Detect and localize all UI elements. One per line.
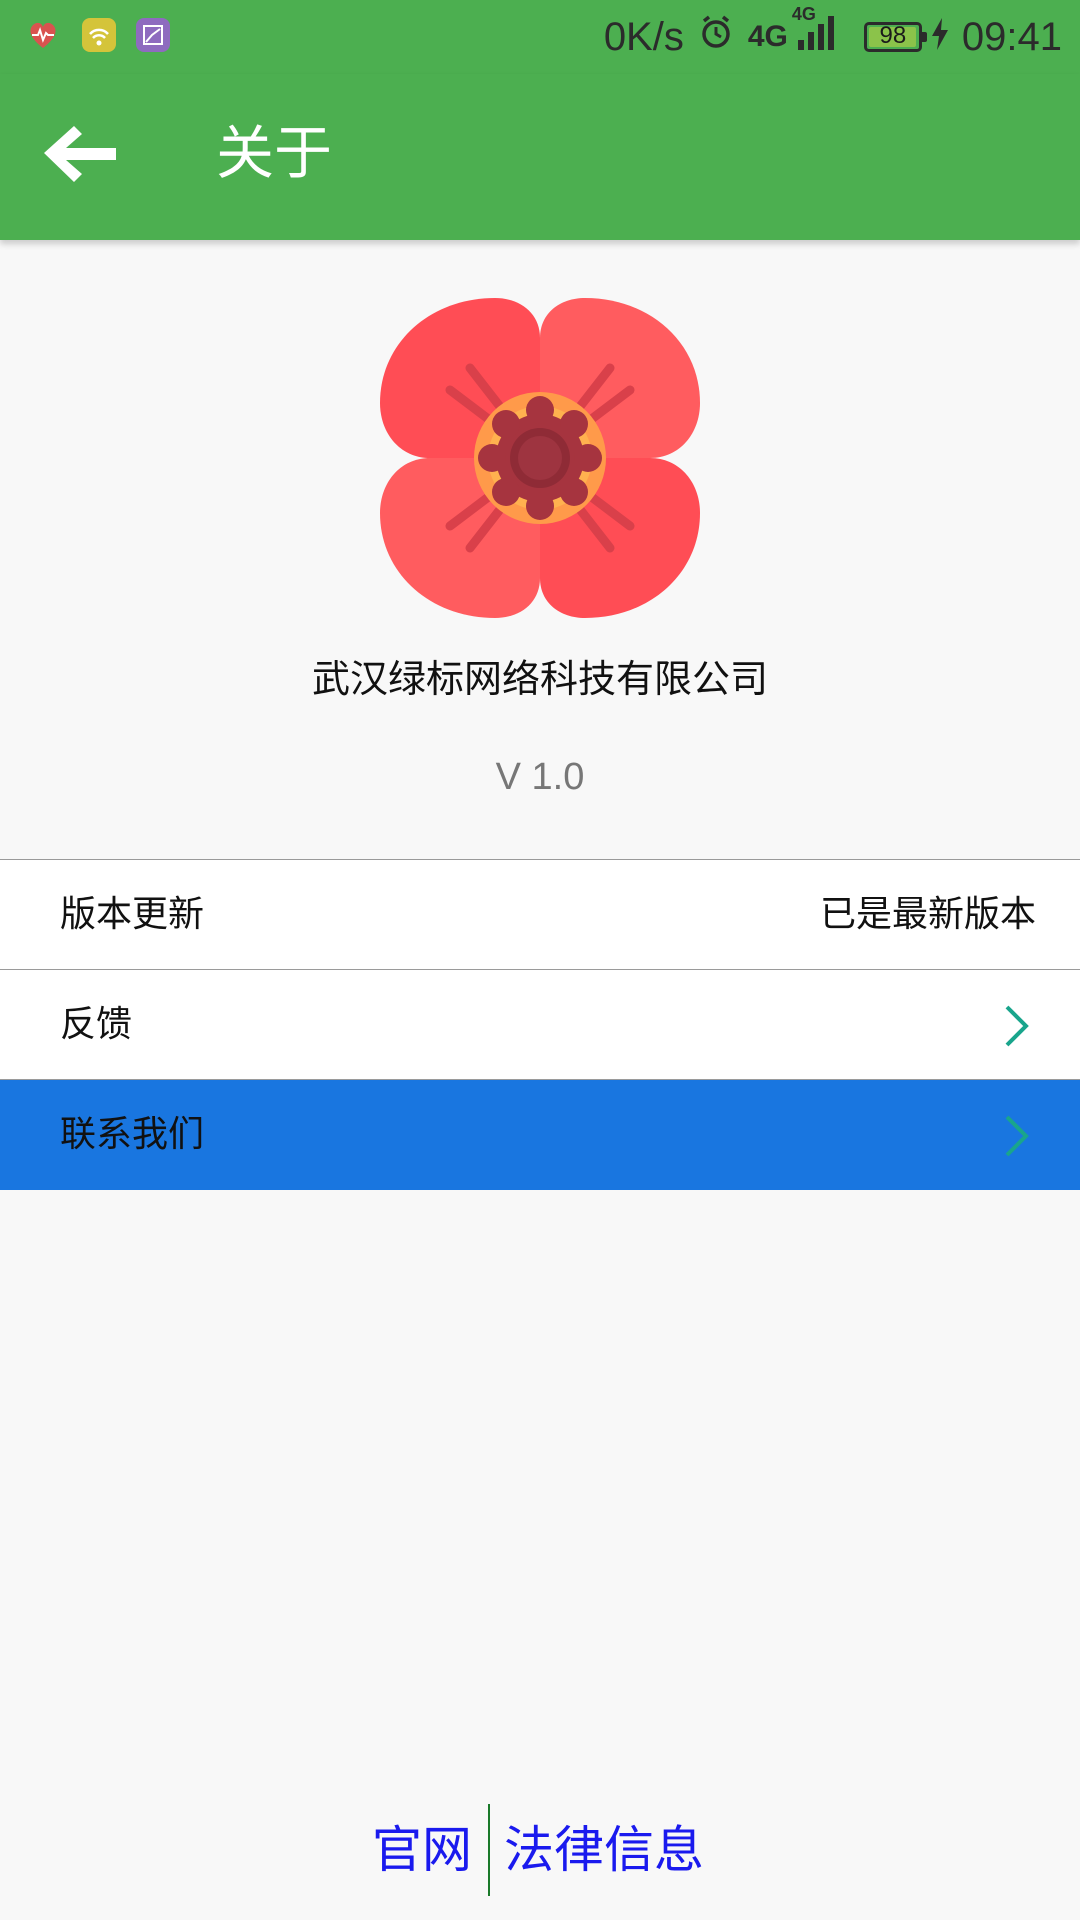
- list-item-feedback[interactable]: 反馈: [0, 970, 1080, 1080]
- charging-icon: [931, 15, 948, 60]
- signal-icon: 4G: [792, 4, 840, 62]
- list-item-contact-us[interactable]: 联系我们: [0, 1080, 1080, 1190]
- arrow-left-icon: [44, 126, 116, 182]
- chevron-right-icon: [1004, 1004, 1030, 1048]
- battery-level: 98: [879, 22, 907, 49]
- legal-info-link[interactable]: 法律信息: [504, 1804, 704, 1896]
- app-version: V 1.0: [495, 756, 585, 798]
- network-speed: 0K/s: [603, 14, 684, 59]
- network-type-2: 4G: [791, 4, 816, 24]
- update-status: 已是最新版本: [819, 894, 1036, 935]
- chevron-right-icon: [1004, 1114, 1030, 1158]
- company-name: 武汉绿标网络科技有限公司: [311, 657, 768, 701]
- image-icon: [136, 18, 170, 52]
- footer-links: 官网 法律信息: [0, 1804, 1080, 1896]
- network-type-1: 4G: [747, 20, 788, 53]
- alarm-icon: [698, 14, 734, 60]
- list-item-label: 联系我们: [60, 1114, 205, 1155]
- poppy-flower-icon: [380, 298, 700, 618]
- page-title: 关于: [216, 119, 333, 187]
- back-button[interactable]: [40, 118, 120, 188]
- status-bar: 0K/s 4G 4G 98 09:41: [0, 0, 1080, 74]
- settings-list: 版本更新 已是最新版本 反馈 联系我们: [0, 859, 1080, 1190]
- clock: 09:41: [961, 14, 1062, 59]
- toolbar: 关于: [0, 74, 1080, 240]
- list-item-label: 反馈: [60, 1004, 133, 1045]
- wifi-hotspot-icon: [82, 18, 116, 52]
- list-item-version-update[interactable]: 版本更新 已是最新版本: [0, 860, 1080, 970]
- heart-rate-icon: [26, 18, 60, 52]
- official-site-link[interactable]: 官网: [372, 1804, 472, 1896]
- list-item-label: 版本更新: [60, 894, 205, 935]
- footer-divider: [488, 1804, 490, 1896]
- battery-indicator: 98: [863, 22, 927, 52]
